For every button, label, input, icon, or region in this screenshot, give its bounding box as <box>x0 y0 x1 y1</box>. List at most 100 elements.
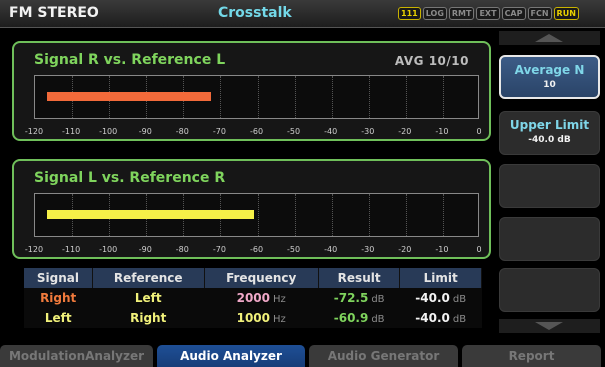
signal-cell: Right <box>24 288 93 308</box>
result-value: -72.5 <box>333 291 369 305</box>
tick-label: -120 <box>24 127 44 136</box>
results-table: Signal Reference Frequency Result Limit … <box>24 268 482 328</box>
tick-label: -120 <box>24 245 44 254</box>
frequency-cell: 1000 Hz <box>204 308 319 328</box>
gridline <box>405 76 407 118</box>
tab-audio-generator[interactable]: Audio Generator <box>309 345 458 367</box>
tick-label: -110 <box>62 245 81 254</box>
frequency-value: 2000 <box>236 291 271 305</box>
gridline <box>294 194 296 236</box>
chevron-up-icon <box>535 34 563 42</box>
gridline <box>331 194 333 236</box>
softkey-value: -40.0 dB <box>528 135 571 145</box>
crosstalk-panel-r-vs-l: Signal R vs. Reference L AVG 10/10 -120 -… <box>12 41 491 141</box>
tick-label: -60 <box>249 245 264 254</box>
level-scale <box>34 75 479 119</box>
tick-label: -40 <box>324 127 338 136</box>
indicator-fcn: FCN <box>527 7 552 20</box>
column-header-frequency: Frequency <box>204 268 319 288</box>
frequency-unit: Hz <box>273 294 286 305</box>
result-unit: dB <box>371 294 385 305</box>
limit-value: -40.0 <box>415 291 450 305</box>
page-title: Crosstalk <box>218 5 292 21</box>
column-header-result: Result <box>318 268 401 288</box>
frequency-cell: 2000 Hz <box>204 288 319 308</box>
scale-ticks: -120 -110 -100 -90 -80 -70 -60 -50 -40 -30 -20 -10 0 <box>14 127 493 139</box>
result-unit: dB <box>371 314 385 325</box>
tick-label: -40 <box>324 245 338 254</box>
indicator-log: LOG <box>422 7 447 20</box>
gridline <box>368 76 370 118</box>
column-header-signal: Signal <box>24 268 93 288</box>
softkey-empty-3[interactable] <box>499 164 600 208</box>
tick-label: -50 <box>287 127 301 136</box>
tick-label: -30 <box>361 127 375 136</box>
bottom-tabs: ModulationAnalyzer Audio Analyzer Audio … <box>0 345 605 367</box>
indicator-cap: CAP <box>501 7 526 20</box>
title-bar: FM STEREO Crosstalk 111 LOG RMT EXT CAP … <box>0 0 605 28</box>
gridline <box>294 76 296 118</box>
softkey-label: Upper Limit <box>509 118 590 132</box>
panel-title: Signal L vs. Reference R <box>34 170 226 186</box>
tick-label: -70 <box>212 127 226 136</box>
limit-cell: -40.0 dB <box>399 288 482 308</box>
tick-label: -90 <box>138 127 152 136</box>
gridline <box>257 76 259 118</box>
indicator-rmt: RMT <box>448 7 475 20</box>
softkey-empty-4[interactable] <box>499 217 600 261</box>
softkey-value: 10 <box>543 80 556 90</box>
indicator-111: 111 <box>398 7 421 20</box>
tick-label: -100 <box>99 127 118 136</box>
tick-label: -10 <box>435 245 449 254</box>
gridline <box>405 194 407 236</box>
tick-label: -90 <box>138 245 152 254</box>
status-indicators: 111 LOG RMT EXT CAP FCN RUN <box>398 7 579 20</box>
gridline <box>331 76 333 118</box>
softkey-empty-5[interactable] <box>499 268 600 312</box>
tick-label: -20 <box>398 127 412 136</box>
average-status: AVG 10/10 <box>394 54 469 68</box>
tab-report[interactable]: Report <box>462 345 601 367</box>
panel-title: Signal R vs. Reference L <box>34 52 226 68</box>
table-header-row: Signal Reference Frequency Result Limit <box>24 268 482 288</box>
frequency-value: 1000 <box>236 311 271 325</box>
tab-modulation-analyzer[interactable]: ModulationAnalyzer <box>0 345 153 367</box>
level-bar <box>47 210 255 219</box>
softkey-upper-limit[interactable]: Upper Limit -40.0 dB <box>499 111 600 155</box>
reference-cell: Right <box>92 308 205 328</box>
level-scale <box>34 193 479 237</box>
limit-unit: dB <box>452 314 467 325</box>
app-title: FM STEREO <box>9 5 99 21</box>
tab-audio-analyzer[interactable]: Audio Analyzer <box>157 345 305 367</box>
softkey-average-n[interactable]: Average N 10 <box>499 55 600 99</box>
crosstalk-panel-l-vs-r: Signal L vs. Reference R -120 -110 -100 -90… <box>12 159 491 259</box>
scroll-down-arrow[interactable] <box>499 319 600 333</box>
limit-unit: dB <box>452 294 467 305</box>
tick-label: -110 <box>62 127 81 136</box>
result-value: -60.9 <box>333 311 369 325</box>
tick-label: -20 <box>398 245 412 254</box>
scroll-up-arrow[interactable] <box>499 31 600 45</box>
column-header-reference: Reference <box>92 268 205 288</box>
level-bar <box>47 92 212 101</box>
tick-label: -30 <box>361 245 375 254</box>
limit-cell: -40.0 dB <box>399 308 482 328</box>
reference-cell: Left <box>92 288 205 308</box>
result-cell: -72.5 dB <box>318 288 400 308</box>
gridline <box>368 194 370 236</box>
gridline <box>220 76 222 118</box>
chevron-down-icon <box>535 322 563 330</box>
gridline <box>442 194 444 236</box>
indicator-run: RUN <box>553 7 579 20</box>
limit-value: -40.0 <box>415 311 450 325</box>
tick-label: -10 <box>435 127 449 136</box>
tick-label: 0 <box>476 245 482 254</box>
indicator-ext: EXT <box>476 7 500 20</box>
tick-label: -60 <box>249 127 264 136</box>
table-row: Right Left 2000 Hz -72.5 dB -40.0 dB <box>24 288 482 308</box>
scale-ticks: -120 -110 -100 -90 -80 -70 -60 -50 -40 -30 -20 -10 0 <box>14 245 493 257</box>
tick-label: -70 <box>212 245 226 254</box>
tick-label: 0 <box>476 127 482 136</box>
tick-label: -100 <box>99 245 118 254</box>
softkey-label: Average N <box>514 63 585 77</box>
